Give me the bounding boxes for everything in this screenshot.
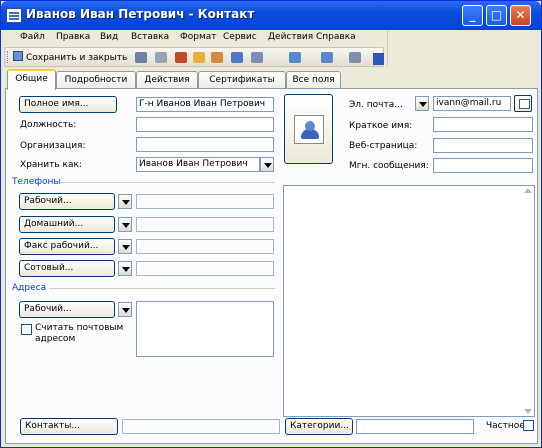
contact-picture-button[interactable] bbox=[284, 94, 333, 164]
address-book-icon[interactable] bbox=[514, 95, 532, 112]
flag-icon[interactable] bbox=[175, 52, 187, 63]
menu-edit[interactable]: Правка bbox=[56, 32, 90, 42]
phone-work-button[interactable]: Рабочий... bbox=[19, 193, 115, 210]
address-work-chevron-down-icon[interactable] bbox=[118, 302, 132, 317]
phone-fax-chevron-down-icon[interactable] bbox=[118, 239, 132, 254]
menu-file[interactable]: Файл bbox=[20, 32, 45, 42]
tab-general[interactable]: Общие bbox=[7, 69, 56, 90]
standard-toolbar: Сохранить и закрыть bbox=[4, 47, 384, 67]
notes-textarea[interactable] bbox=[283, 185, 535, 417]
web-page-field[interactable] bbox=[433, 138, 533, 153]
short-name-field[interactable] bbox=[433, 117, 533, 132]
toolbar-grip[interactable] bbox=[7, 51, 10, 63]
tab-all-fields[interactable]: Все поля bbox=[286, 71, 341, 89]
short-name-label: Краткое имя: bbox=[349, 121, 413, 131]
save-as-dropdown-chevron-down-icon[interactable] bbox=[260, 157, 274, 172]
contact-window: Иванов Иван Петрович - Контакт _ □ ✕ Фай… bbox=[0, 0, 542, 448]
categories-button[interactable]: Категории... bbox=[285, 418, 353, 435]
email-chevron-down-icon[interactable] bbox=[415, 96, 429, 111]
phone-icon[interactable] bbox=[251, 52, 263, 63]
phone-mobile-button[interactable]: Сотовый... bbox=[19, 260, 115, 277]
phone-home-button[interactable]: Домашний... bbox=[19, 216, 115, 233]
save-icon bbox=[13, 51, 23, 61]
print-icon[interactable] bbox=[135, 52, 147, 63]
menu-format[interactable]: Формат bbox=[180, 32, 217, 42]
phone-home-field[interactable] bbox=[136, 217, 274, 232]
contacts-field[interactable] bbox=[122, 419, 280, 434]
scroll-down-arrow-icon[interactable] bbox=[524, 409, 532, 414]
menu-tools[interactable]: Сервис bbox=[223, 32, 257, 42]
web-page-label: Веб-страница: bbox=[349, 141, 418, 151]
addresses-section-heading: Адреса bbox=[12, 283, 47, 293]
categories-field[interactable] bbox=[356, 419, 474, 434]
position-label: Должность: bbox=[20, 120, 77, 130]
empty-toolbar-area bbox=[387, 30, 535, 67]
previous-item-icon[interactable] bbox=[289, 52, 301, 63]
toolbar-overflow-chevron-icon[interactable] bbox=[373, 53, 384, 65]
menu-insert[interactable]: Вставка bbox=[131, 32, 169, 42]
position-field[interactable] bbox=[136, 117, 274, 132]
organization-field[interactable] bbox=[136, 137, 274, 152]
tab-activities[interactable]: Действия bbox=[136, 71, 198, 89]
phones-section-heading: Телефоны bbox=[12, 177, 61, 187]
mailing-address-label: Считать почтовым адресом bbox=[35, 323, 124, 344]
title-bar[interactable]: Иванов Иван Петрович - Контакт _ □ ✕ bbox=[1, 1, 541, 30]
next-item-icon[interactable] bbox=[321, 52, 333, 63]
tab-details[interactable]: Подробности bbox=[56, 71, 136, 89]
contacts-button[interactable]: Контакты... bbox=[20, 418, 118, 435]
save-as-combo[interactable]: Иванов Иван Петрович bbox=[136, 157, 260, 172]
phone-mobile-chevron-down-icon[interactable] bbox=[118, 261, 132, 276]
person-icon bbox=[294, 115, 324, 144]
tag-icon[interactable] bbox=[193, 52, 205, 63]
full-name-field[interactable]: Г-н Иванов Иван Петрович bbox=[136, 97, 274, 112]
organization-label: Организация: bbox=[20, 141, 86, 151]
save-and-close-label: Сохранить и закрыть bbox=[26, 53, 128, 63]
addresses-divider bbox=[49, 288, 275, 289]
email-button-label[interactable]: Эл. почта... bbox=[349, 100, 403, 110]
menu-actions[interactable]: Действия bbox=[268, 32, 313, 42]
minimize-button[interactable]: _ bbox=[462, 5, 483, 26]
im-field[interactable] bbox=[433, 158, 533, 173]
maximize-button[interactable]: □ bbox=[486, 5, 507, 26]
mailing-address-checkbox[interactable] bbox=[21, 324, 32, 335]
address-card-icon[interactable] bbox=[231, 52, 243, 63]
full-name-button[interactable]: Полное имя... bbox=[19, 96, 117, 113]
phone-fax-button[interactable]: Факс рабочий... bbox=[19, 238, 115, 255]
phones-divider bbox=[61, 182, 275, 183]
address-work-button[interactable]: Рабочий... bbox=[19, 301, 115, 318]
email-field[interactable]: ivann@mail.ru bbox=[433, 96, 511, 111]
im-label: Мгн. сообщения: bbox=[349, 161, 429, 171]
phone-fax-field[interactable] bbox=[136, 239, 274, 254]
phone-work-chevron-down-icon[interactable] bbox=[118, 194, 132, 209]
phone-mobile-field[interactable] bbox=[136, 261, 274, 276]
menu-view[interactable]: Вид bbox=[100, 32, 118, 42]
private-checkbox[interactable] bbox=[523, 420, 534, 431]
phone-home-chevron-down-icon[interactable] bbox=[118, 217, 132, 232]
close-button[interactable]: ✕ bbox=[510, 5, 531, 26]
menu-bar: Файл Правка Вид Вставка Формат Сервис Де… bbox=[4, 30, 384, 47]
phone-work-field[interactable] bbox=[136, 194, 274, 209]
more-actions-icon[interactable] bbox=[349, 52, 361, 63]
tab-certificates[interactable]: Сертификаты bbox=[198, 71, 286, 89]
window-title: Иванов Иван Петрович - Контакт bbox=[26, 7, 255, 21]
save-and-close-button[interactable]: Сохранить и закрыть bbox=[13, 51, 127, 63]
contact-card-icon bbox=[6, 8, 22, 23]
person-head-shape bbox=[305, 121, 315, 131]
private-label: Частное bbox=[486, 421, 525, 431]
details-icon[interactable] bbox=[211, 52, 223, 63]
save-as-label: Хранить как: bbox=[20, 160, 82, 170]
paperclip-icon[interactable] bbox=[155, 52, 167, 63]
menu-help[interactable]: Справка bbox=[316, 32, 356, 42]
scroll-up-arrow-icon[interactable] bbox=[524, 188, 532, 193]
address-textarea[interactable] bbox=[136, 301, 274, 357]
